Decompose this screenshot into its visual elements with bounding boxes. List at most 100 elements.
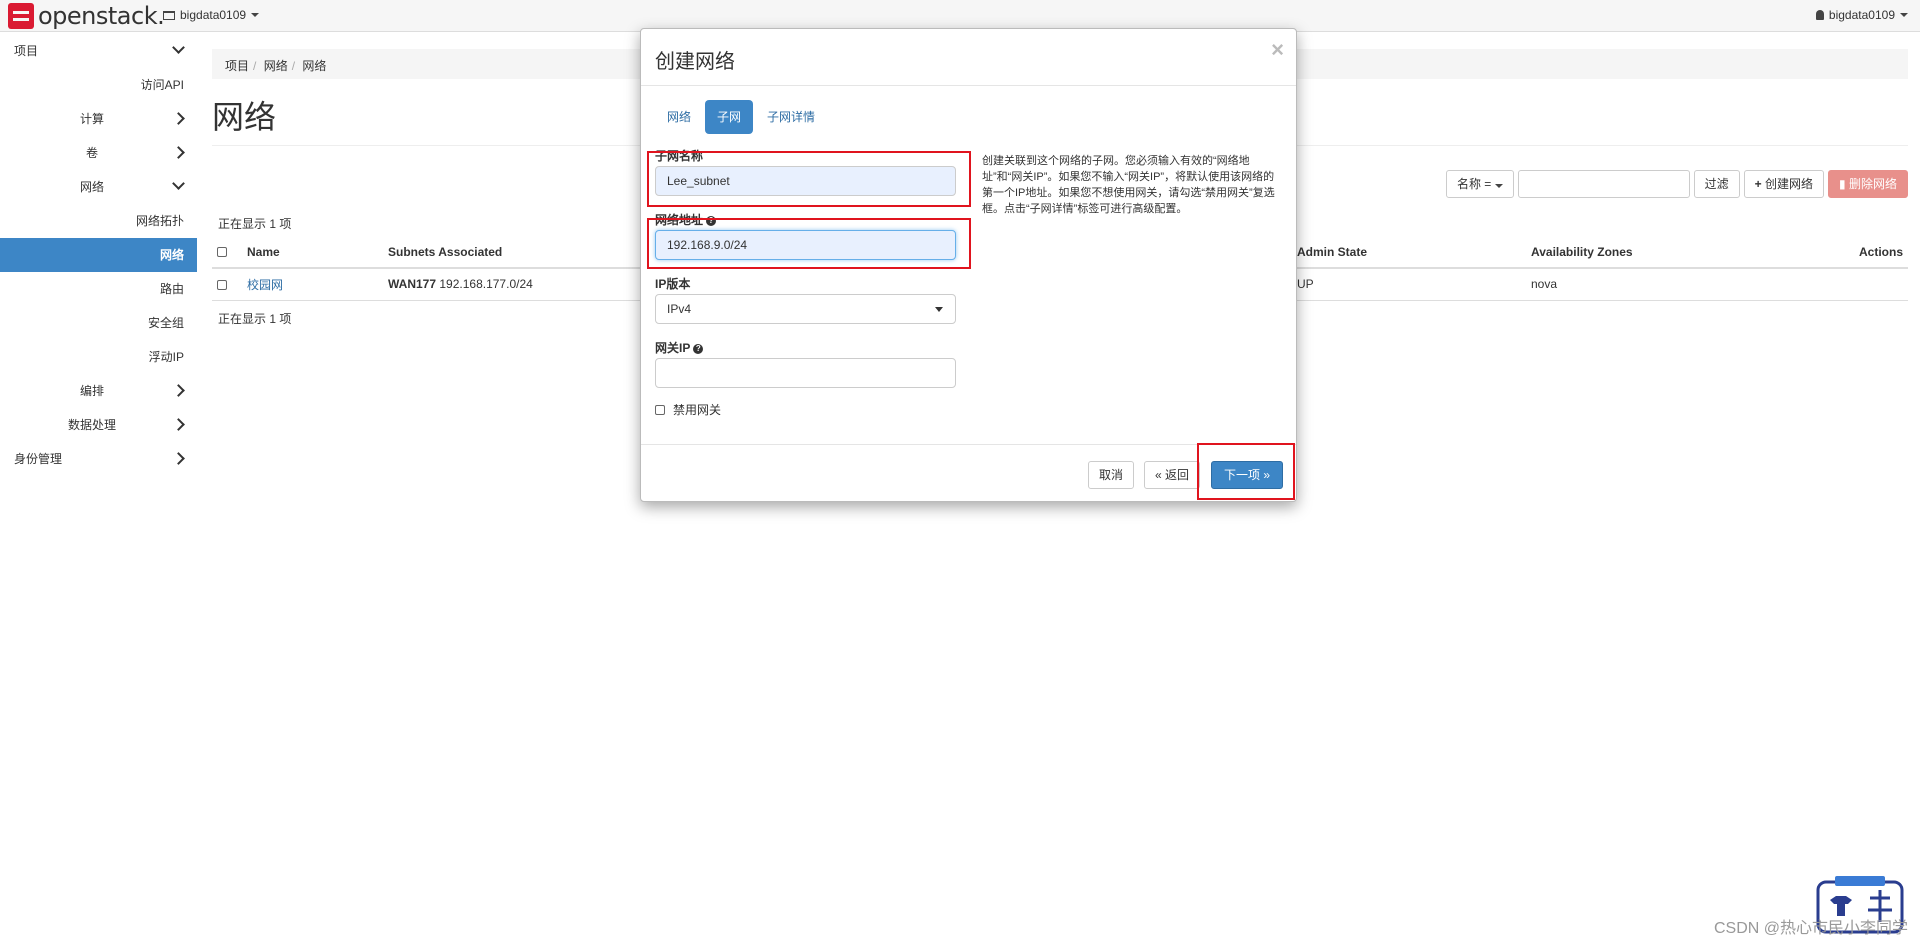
next-button[interactable]: 下一项 » xyxy=(1211,461,1283,489)
tab-subnet[interactable]: 子网 xyxy=(705,100,754,134)
trash-icon: ▮ xyxy=(1839,177,1846,191)
sidebar-item-label: 网络 xyxy=(80,180,105,194)
modal-tabs: 网络 子网 子网详情 xyxy=(655,100,827,134)
cancel-button[interactable]: 取消 xyxy=(1088,461,1135,489)
zone-cell: nova xyxy=(1526,268,1828,301)
network-address-input[interactable]: 192.168.9.0/24 xyxy=(655,230,956,260)
sidebar-item-label: 计算 xyxy=(80,112,105,126)
subnet-name-input[interactable]: Lee_subnet xyxy=(655,166,956,196)
back-button[interactable]: « 返回 xyxy=(1144,461,1201,489)
filter-field-label: 名称 = xyxy=(1456,177,1492,191)
caret-down-icon xyxy=(251,13,260,17)
filter-input[interactable] xyxy=(1517,170,1690,198)
subnet-name: WAN177 xyxy=(388,277,437,292)
user-menu[interactable]: bigdata0109 xyxy=(1815,8,1908,22)
sidebar-item-label: 访问API xyxy=(140,78,184,92)
chevron-right-icon xyxy=(174,374,183,408)
sidebar-item-label: 网络拓扑 xyxy=(135,214,184,228)
chevron-right-icon xyxy=(174,442,183,476)
sidebar-item-data-processing[interactable]: 数据处理 xyxy=(0,408,197,442)
table-toolbar: 名称 = 过滤 + 创建网络 ▮ 删除网络 xyxy=(1445,170,1908,198)
delete-networks-label: 删除网络 xyxy=(1848,177,1897,191)
caret-down-icon xyxy=(1494,184,1503,188)
sidebar-item-label: 数据处理 xyxy=(68,418,117,432)
filter-button[interactable]: 过滤 xyxy=(1693,170,1740,198)
column-header-actions: Actions xyxy=(1828,236,1908,269)
sidebar-item-routers[interactable]: 路由 xyxy=(0,272,197,306)
disable-gateway-checkbox[interactable] xyxy=(655,404,665,415)
chevron-down-icon xyxy=(174,34,183,68)
user-name: bigdata0109 xyxy=(1828,8,1895,22)
openstack-logo-icon xyxy=(8,3,34,29)
item-count-bottom: 正在显示 1 项 xyxy=(218,312,292,326)
sidebar-item-label: 路由 xyxy=(159,282,184,296)
sidebar-item-label: 项目 xyxy=(14,44,39,58)
ip-version-select[interactable]: IPv4 xyxy=(655,294,956,324)
column-header-admin-state[interactable]: Admin State xyxy=(1292,236,1526,269)
sidebar-item-floating-ips[interactable]: 浮动IP xyxy=(0,340,197,374)
gateway-ip-input[interactable] xyxy=(655,358,956,388)
ip-version-label: IP版本 xyxy=(655,277,691,291)
breadcrumb-item[interactable]: 项目 xyxy=(225,59,249,73)
chevron-down-icon xyxy=(174,170,183,204)
watermark-text: CSDN @热心市民小李同学 xyxy=(1713,920,1908,937)
chevron-right-icon xyxy=(174,408,183,442)
sidebar-item-networks[interactable]: 网络 xyxy=(0,238,197,272)
help-icon[interactable]: ? xyxy=(706,215,717,226)
sidebar-item-network-topology[interactable]: 网络拓扑 xyxy=(0,204,197,238)
tab-subnet-details[interactable]: 子网详情 xyxy=(755,100,827,134)
user-icon xyxy=(1815,10,1824,20)
admin-state-cell: UP xyxy=(1292,268,1526,301)
openstack-logo[interactable]: openstack. xyxy=(8,2,165,30)
sidebar-item-network-group[interactable]: 网络 xyxy=(0,170,197,204)
chevron-right-icon xyxy=(174,136,183,170)
subnet-name-label: 子网名称 xyxy=(655,149,704,163)
select-all-checkbox[interactable] xyxy=(217,247,227,258)
tab-network[interactable]: 网络 xyxy=(655,100,703,134)
project-name: bigdata0109 xyxy=(180,8,247,22)
disable-gateway-label: 禁用网关 xyxy=(673,403,722,417)
gateway-ip-label-text: 网关IP xyxy=(655,341,691,355)
modal-title: 创建网络 xyxy=(655,51,735,73)
sidebar-item-volumes[interactable]: 卷 xyxy=(0,136,197,170)
sidebar-item-label: 编排 xyxy=(80,384,105,398)
sidebar-item-label: 安全组 xyxy=(147,316,184,330)
sidebar-item-security-groups[interactable]: 安全组 xyxy=(0,306,197,340)
caret-down-icon xyxy=(1900,13,1908,17)
row-select-cell xyxy=(212,268,242,301)
filter-field-select[interactable]: 名称 = xyxy=(1445,170,1514,198)
disable-gateway-option[interactable]: 禁用网关 xyxy=(655,401,721,418)
sidebar-item-api-access[interactable]: 访问API xyxy=(0,68,197,102)
sidebar-item-identity[interactable]: 身份管理 xyxy=(0,442,197,476)
breadcrumb-item: 网络 xyxy=(302,59,327,73)
network-address-label: 网络地址? xyxy=(655,211,717,228)
create-network-label: 创建网络 xyxy=(1765,177,1814,191)
chevron-right-icon xyxy=(174,102,183,136)
close-icon[interactable]: × xyxy=(1271,37,1284,63)
actions-cell xyxy=(1828,268,1908,301)
help-icon[interactable]: ? xyxy=(693,343,704,354)
sidebar-item-compute[interactable]: 计算 xyxy=(0,102,197,136)
row-checkbox[interactable] xyxy=(217,280,227,291)
breadcrumb-separator: / xyxy=(291,59,296,73)
plus-icon: + xyxy=(1754,177,1762,191)
network-name-link[interactable]: 校园网 xyxy=(247,278,283,292)
project-selector[interactable]: bigdata0109 xyxy=(163,8,260,22)
sidebar-item-label: 卷 xyxy=(86,146,99,160)
create-network-button[interactable]: + 创建网络 xyxy=(1743,170,1825,198)
ip-version-value: IPv4 xyxy=(667,302,692,316)
subnet-help-text: 创建关联到这个网络的子网。您必须输入有效的“网络地址”和“网关IP”。如果您不输… xyxy=(982,155,1275,215)
caret-down-icon xyxy=(935,307,943,312)
sidebar-item-orchestration[interactable]: 编排 xyxy=(0,374,197,408)
sidebar: 项目 访问API 计算 卷 网络 网络拓扑 网络 路由 安全组 浮动IP 编排 … xyxy=(0,34,197,476)
column-header-name[interactable]: Name xyxy=(242,236,383,269)
network-name-cell: 校园网 xyxy=(242,268,383,301)
modal-header: 创建网络 × xyxy=(641,29,1296,86)
delete-networks-button[interactable]: ▮ 删除网络 xyxy=(1828,170,1908,198)
sidebar-item-project[interactable]: 项目 xyxy=(0,34,197,68)
breadcrumb-separator: / xyxy=(253,59,257,73)
breadcrumb-item[interactable]: 网络 xyxy=(264,59,288,73)
sidebar-item-label: 网络 xyxy=(159,248,184,262)
page-title: 网络 xyxy=(212,99,277,135)
column-header-availability-zones[interactable]: Availability Zones xyxy=(1526,236,1828,269)
